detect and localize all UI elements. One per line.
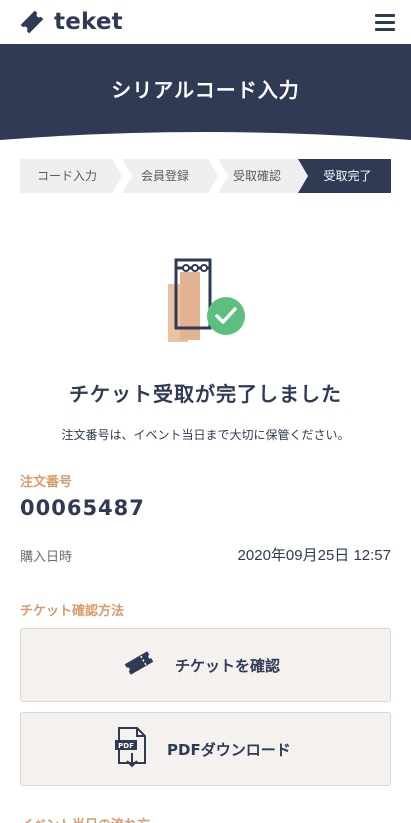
ticket-confirm-method-label: チケット確認方法 [20, 604, 125, 619]
view-ticket-button[interactable]: チケットを確認 [20, 628, 391, 702]
purchase-date-value: 2020年09月25日 12:57 [237, 547, 391, 564]
page-title: シリアルコード入力 [111, 78, 300, 102]
ticket-icon [123, 647, 155, 683]
hamburger-menu-icon[interactable] [373, 12, 397, 32]
svg-text:PDF: PDF [118, 742, 134, 750]
event-day-flow-label: イベント当日の流れ方 [20, 814, 150, 823]
teket-logo-icon [20, 10, 44, 34]
step-receive-confirm: 受取確認 [232, 169, 281, 183]
pdf-download-button[interactable]: PDF PDFダウンロード [20, 712, 391, 786]
app-header: teket [0, 0, 411, 44]
view-ticket-label: チケットを確認 [175, 656, 281, 675]
completion-subtitle: 注文番号は、イベント当日まで大切に保管ください。 [61, 428, 350, 442]
step-member-registration: 会員登録 [140, 169, 189, 183]
logo-text: teket [54, 9, 123, 35]
order-number: 00065487 [20, 496, 145, 520]
step-code-input: コード入力 [36, 169, 97, 183]
order-number-label: 注文番号 [20, 475, 73, 490]
pdf-download-label: PDFダウンロード [167, 740, 291, 759]
pdf-download-icon: PDF [113, 725, 149, 773]
teket-logo[interactable]: teket [16, 6, 123, 38]
page-banner: シリアルコード入力 [0, 44, 411, 144]
progress-steps: コード入力 会員登録 受取確認 受取完了 [20, 159, 391, 193]
ticket-check-icon [160, 256, 250, 346]
step-receive-complete: 受取完了 [323, 169, 372, 183]
completion-title: チケット受取が完了しました [69, 382, 342, 406]
purchase-date-label: 購入日時 [20, 550, 73, 565]
